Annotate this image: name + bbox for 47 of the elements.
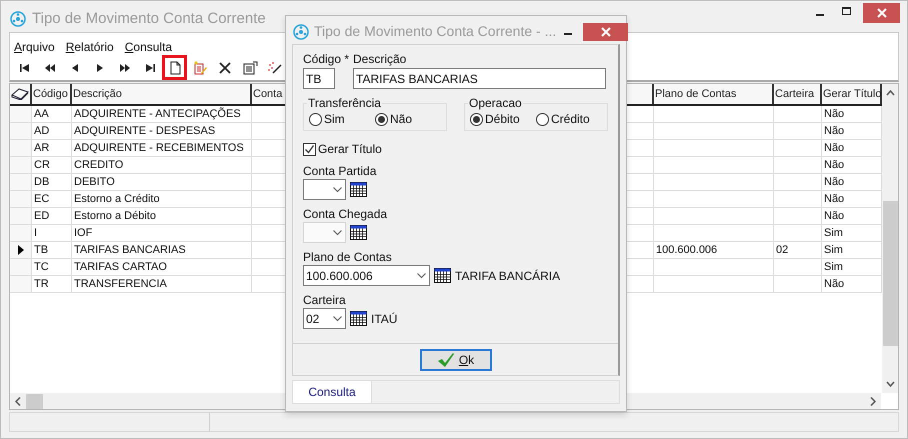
table-cell-text: IOF bbox=[74, 226, 92, 241]
table-cell-text: DEBITO bbox=[74, 174, 115, 190]
group-label: Transferência bbox=[308, 96, 381, 110]
field-label: Conta Partida bbox=[303, 164, 378, 179]
field-label: Descrição bbox=[353, 51, 408, 68]
table-cell-text: Sim bbox=[824, 226, 843, 241]
table-cell-text: Não bbox=[824, 124, 844, 139]
table-cell-text: CR bbox=[34, 158, 50, 173]
table-cell-text: Não bbox=[824, 140, 844, 156]
table-cell-text: 02 bbox=[776, 242, 788, 258]
table-cell-text: ADQUIRENTE - DESPESAS bbox=[74, 124, 216, 139]
table-cell-text: DB bbox=[34, 174, 50, 190]
table-cell-text: Não bbox=[824, 106, 844, 122]
table-cell-text: Não bbox=[824, 192, 844, 207]
table-cell-text: Não bbox=[824, 158, 844, 173]
window-title: Tipo de Movimento Conta Corrente bbox=[32, 9, 266, 29]
table-cell-text: ED bbox=[34, 208, 50, 224]
table-cell-text: 100.600.006 bbox=[656, 242, 718, 258]
table-cell-text: TARIFAS CARTAO bbox=[74, 260, 167, 275]
dialog-title: Tipo de Movimento Conta Corrente - ... bbox=[314, 22, 556, 41]
table-cell-text: Não bbox=[824, 276, 844, 292]
table-cell-text: Não bbox=[824, 208, 844, 224]
table-cell-text: TRANSFERENCIA bbox=[74, 276, 167, 292]
table-cell-text: Sim bbox=[824, 260, 843, 275]
table-cell-text: EC bbox=[34, 192, 50, 207]
table-cell-text: AA bbox=[34, 106, 49, 122]
field-label: Plano de Contas bbox=[303, 250, 393, 265]
field-label: Conta Chegada bbox=[303, 207, 388, 222]
table-cell-text: ADQUIRENTE - RECEBIMENTOS bbox=[74, 140, 244, 156]
field-label: Carteira bbox=[303, 293, 347, 308]
group-label: Operacao bbox=[469, 96, 522, 110]
table-cell-text: TB bbox=[34, 242, 48, 258]
table-cell-text: TR bbox=[34, 276, 49, 292]
table-cell-text: Sim bbox=[824, 242, 843, 258]
table-cell-text: AD bbox=[34, 124, 50, 139]
table-cell-text: Não bbox=[824, 174, 844, 190]
table-cell-text: TC bbox=[34, 260, 49, 275]
table-cell-text: I bbox=[34, 226, 38, 241]
table-cell-text: Estorno a Crédito bbox=[74, 192, 160, 207]
lookup-description: ITAÚ bbox=[371, 310, 398, 328]
table-cell-text: TARIFAS BANCARIAS bbox=[74, 242, 186, 258]
table-cell-text: AR bbox=[34, 140, 50, 156]
lookup-description: TARIFA BANCÁRIA bbox=[455, 268, 560, 284]
table-cell: ADQUIRENTE - ANTECIPAÇÕES bbox=[74, 106, 241, 122]
table-cell-text: CREDITO bbox=[74, 158, 124, 173]
table-cell-text: Estorno a Débito bbox=[74, 208, 156, 224]
field-label: Código * bbox=[303, 51, 349, 68]
